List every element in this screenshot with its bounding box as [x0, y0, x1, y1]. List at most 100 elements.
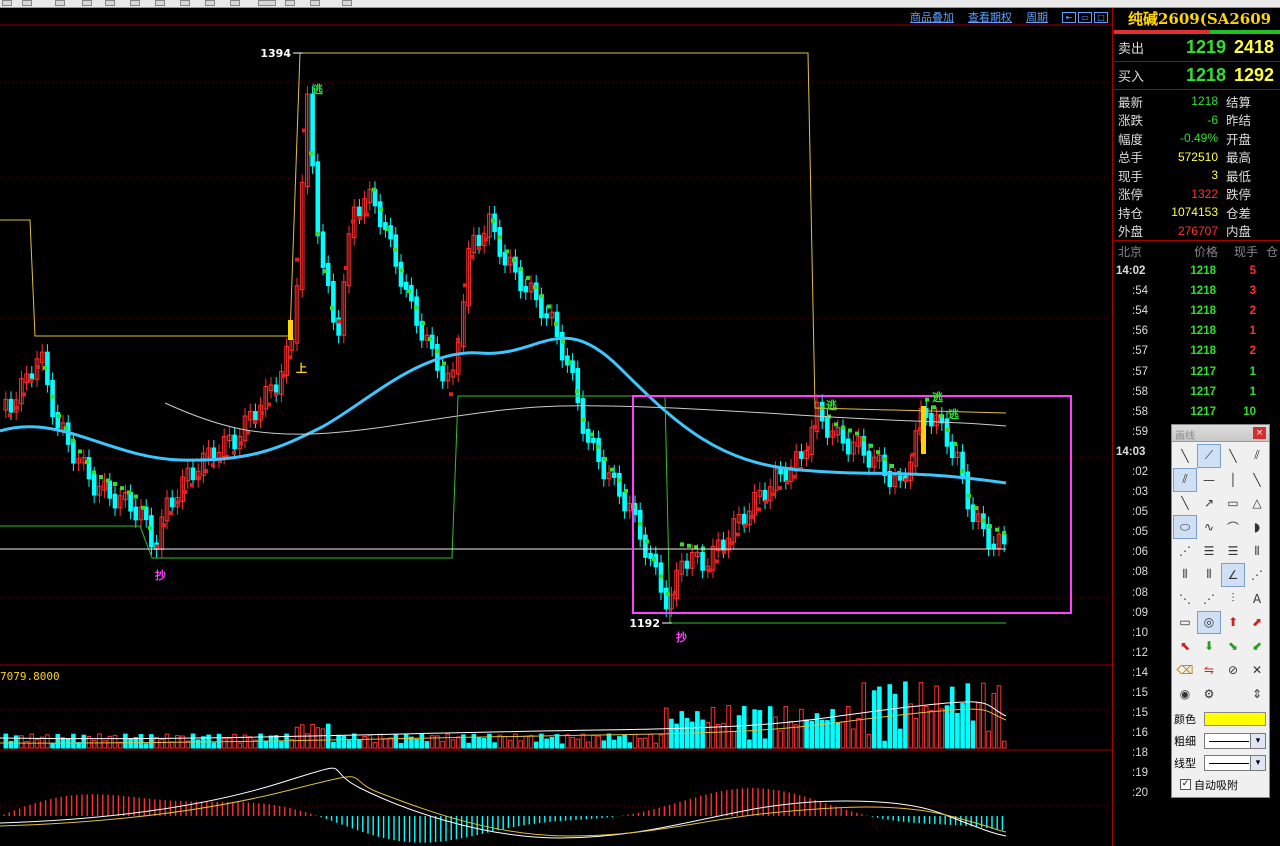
toolbar-button[interactable] [258, 0, 276, 6]
trend-dot [687, 543, 691, 548]
trend-dot [561, 339, 565, 344]
toolbar-button[interactable] [55, 0, 65, 6]
segment-tool[interactable]: ⟋ [1197, 444, 1221, 468]
thickness-option: 粗细 [1172, 730, 1269, 752]
volume-bar [190, 733, 196, 749]
stat-key: 总手 [1118, 150, 1144, 166]
window-left-button[interactable]: ⇤ [1062, 11, 1076, 23]
candle-body [315, 161, 321, 237]
spacer-tool[interactable] [1221, 682, 1245, 706]
arrow-line-tool[interactable]: ↗ [1197, 492, 1221, 516]
eraser-tool[interactable]: ⌫ [1173, 658, 1197, 682]
up-arrow-tool[interactable]: ⬆ [1221, 611, 1245, 635]
toolbar-button[interactable] [22, 0, 32, 6]
toolbar-button[interactable] [180, 0, 190, 6]
ellipse-tool[interactable]: ⬭ [1173, 515, 1197, 540]
wave-tool[interactable]: ∿ [1197, 515, 1221, 539]
text-tool[interactable]: A [1245, 587, 1269, 611]
scroll-tool[interactable]: ⇕ [1245, 682, 1269, 706]
period-link[interactable]: 周期 [1026, 9, 1048, 25]
contract-title[interactable]: 纯碱2609(SA2609 [1114, 8, 1280, 30]
toolbar-button[interactable] [82, 0, 92, 6]
trend-dot [792, 474, 796, 479]
settings-tool[interactable]: ⚙ [1197, 682, 1221, 706]
eye-tool[interactable]: ◉ [1173, 682, 1197, 706]
upright-arrow-tool[interactable]: ⬈ [1245, 611, 1269, 635]
toolbar-button[interactable] [310, 0, 320, 6]
fib-ext-tool[interactable]: ☰ [1221, 539, 1245, 563]
tick-time: :58 [1132, 385, 1148, 398]
trend-dot [708, 568, 712, 573]
stamp-tool[interactable]: ◎ [1197, 610, 1221, 635]
upleft-arrow-tool[interactable]: ⬉ [1173, 634, 1197, 658]
drawing-tools-window[interactable]: 画线 × ╲ ⟋ ╲ ⫽ ⫽ — │ ╲ ╲ ↗ ▭ △ ⬭ ∿ ⌒ ◗ ⋰ ☰ ☰ ⦀ ⦀ ⦀ ∠ ⋰ ⋱ ⋰ ⫶ A ▭ ◎ ⬆ ⬈ ⬉ ⬇ ⬊… [1171, 424, 1270, 798]
candle-body [492, 213, 497, 233]
kline-chart[interactable]: 1394 1192 逃逃逃逃抄抄上 商品叠加 查看期权 周期 ⇤ ▭ □ 7079.80… [0, 8, 1113, 846]
line-tool[interactable]: ╲ [1173, 444, 1197, 468]
product-overlay-link[interactable]: 商品叠加 [910, 9, 954, 25]
pitch-tool[interactable]: ⫶ [1221, 587, 1245, 611]
line-ray-tool[interactable]: ╲ [1245, 468, 1269, 492]
volume-bar [81, 734, 87, 749]
chart-canvas[interactable]: 13941192逃逃逃逃抄抄上 [0, 8, 1113, 846]
close-icon[interactable]: × [1253, 427, 1266, 439]
linetype-label: 线型 [1174, 756, 1196, 770]
view-options-link[interactable]: 查看期权 [968, 9, 1012, 25]
gann-tool[interactable]: ⋰ [1197, 587, 1221, 611]
speed-tool[interactable]: ⋱ [1173, 587, 1197, 611]
half-circle-tool[interactable]: ◗ [1245, 515, 1269, 539]
thickness-select[interactable] [1204, 732, 1266, 749]
stat-key: 现手 [1118, 168, 1144, 184]
fib-fan-tool[interactable]: ⋰ [1173, 539, 1197, 563]
toolbar-button[interactable] [342, 0, 352, 6]
bid-price[interactable]: 1218 [1164, 65, 1226, 86]
hline-tool[interactable]: — [1197, 468, 1221, 492]
triangle-tool[interactable]: △ [1245, 492, 1269, 516]
color-swatch[interactable] [1204, 711, 1266, 726]
toolbar-button[interactable] [205, 0, 215, 6]
delete-all-tool[interactable]: ✕ [1245, 658, 1269, 682]
window-restore-button[interactable]: ▭ [1078, 11, 1092, 23]
volume-bar [575, 738, 581, 749]
candle-body [149, 515, 154, 548]
arc-tool[interactable]: ⌒ [1221, 515, 1245, 539]
ma-line [0, 336, 1007, 485]
ray-tool[interactable]: ╲ [1221, 444, 1245, 468]
linetype-select[interactable] [1204, 754, 1266, 771]
toolbar-button[interactable] [230, 0, 240, 6]
channel-tool[interactable]: ⫽ [1245, 444, 1269, 468]
volume-bar [403, 734, 409, 749]
cycle2-tool[interactable]: ⦀ [1173, 563, 1197, 587]
vline-tool[interactable]: │ [1221, 468, 1245, 492]
gann-fan-tool[interactable]: ⋰ [1245, 563, 1269, 587]
hide-tool[interactable]: ⊘ [1221, 658, 1245, 682]
toolbar-button[interactable] [105, 0, 115, 6]
downright-arrow-tool[interactable]: ⬊ [1221, 634, 1245, 658]
volume-bar [611, 739, 617, 749]
segment2-tool[interactable]: ╲ [1173, 492, 1197, 516]
drawing-tools-titlebar[interactable]: 画线 × [1172, 425, 1269, 442]
trend-dot [904, 478, 908, 483]
downleft-arrow-tool[interactable]: ⬋ [1245, 634, 1269, 658]
ask-price[interactable]: 1219 [1164, 37, 1226, 58]
tick-price: 1217 [1190, 405, 1216, 418]
window-maximize-button[interactable]: □ [1094, 11, 1108, 23]
toolbar-button[interactable] [130, 0, 140, 6]
down-arrow-tool[interactable]: ⬇ [1197, 634, 1221, 658]
cycle-tool[interactable]: ⦀ [1245, 539, 1269, 563]
toolbar-button[interactable] [155, 0, 165, 6]
toolbar-button[interactable] [285, 0, 295, 6]
trend-dot [407, 289, 411, 294]
cycle3-tool[interactable]: ⦀ [1197, 563, 1221, 587]
ruler-tool[interactable]: ▭ [1173, 611, 1197, 635]
toolbar-button[interactable] [2, 0, 12, 6]
auto-snap-checkbox[interactable]: ✓ [1180, 779, 1191, 791]
volume-bar [227, 737, 232, 749]
tick-time: 14:03 [1116, 445, 1146, 458]
candle-body [544, 313, 549, 319]
pin-tool[interactable]: ⇋ [1197, 658, 1221, 682]
rect-tool[interactable]: ▭ [1221, 492, 1245, 516]
parallel-tool[interactable]: ⫽ [1173, 467, 1197, 492]
angle-tool[interactable]: ∠ [1221, 562, 1245, 587]
fib-retrace-tool[interactable]: ☰ [1197, 539, 1221, 563]
